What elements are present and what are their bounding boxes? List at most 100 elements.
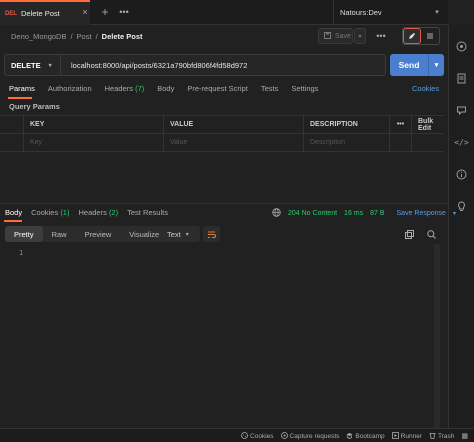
save-label: Save	[335, 32, 351, 40]
trash-icon	[429, 432, 436, 441]
tab-headers[interactable]: Headers (7)	[105, 84, 145, 93]
wrap-icon	[208, 231, 216, 238]
footer-trash-label: Trash	[438, 432, 455, 440]
response-divider[interactable]	[0, 203, 448, 204]
footer-trash[interactable]: Trash	[429, 432, 454, 441]
new-tab-icon[interactable]: +	[98, 5, 112, 19]
edit-mode-button[interactable]	[403, 28, 422, 44]
save-response-button[interactable]: Save Response	[397, 210, 446, 217]
response-tab-headers-label: Headers	[78, 208, 107, 217]
wrap-lines-button[interactable]	[203, 226, 220, 242]
tab-tests[interactable]: Tests	[261, 84, 279, 93]
chevron-down-icon: ▾	[48, 62, 52, 69]
right-sidebar: </>	[448, 25, 474, 442]
footer-capture-label: Capture requests	[289, 432, 340, 440]
method-select[interactable]: DELETE ▾	[5, 55, 61, 75]
save-button[interactable]: Save	[318, 28, 353, 44]
response-headers-count: (2)	[108, 208, 119, 217]
response-cookies-count: (1)	[60, 208, 70, 217]
breadcrumb-separator: /	[70, 31, 73, 41]
active-tab-indicator	[8, 97, 32, 99]
save-response-chevron-icon[interactable]: ▾	[453, 210, 456, 217]
bulk-edit-button[interactable]: Bulk Edit	[412, 116, 444, 133]
layout-toggle-icon[interactable]: ▦	[461, 432, 468, 440]
breadcrumb-separator: /	[95, 31, 98, 41]
status-code[interactable]: 204 No Content	[288, 210, 337, 217]
response-active-tab-indicator	[4, 220, 22, 222]
save-dropdown-button[interactable]: ▾	[354, 28, 366, 44]
tab-params[interactable]: Params	[9, 84, 35, 93]
environment-selector[interactable]: Natours:Dev	[340, 8, 382, 17]
tab-pre-request-script[interactable]: Pre-request Script	[187, 84, 247, 93]
tab-headers-count: (7)	[135, 84, 145, 93]
breadcrumb-folder[interactable]: Post	[77, 32, 92, 41]
document-icon	[427, 33, 434, 39]
status-bar: Cookies Capture requests Bootcamp Runner…	[0, 428, 474, 442]
response-time[interactable]: 16 ms	[344, 210, 363, 217]
response-tab-cookies[interactable]: Cookies (1)	[31, 208, 69, 217]
column-options-icon[interactable]: •••	[390, 116, 412, 133]
tab-bar: DEL Delete Post × + ••• Natours:Dev ▾	[0, 0, 448, 25]
info-icon[interactable]	[455, 167, 469, 181]
footer-bootcamp[interactable]: Bootcamp	[346, 432, 385, 441]
request-options-icon[interactable]: •••	[374, 30, 388, 42]
environment-quick-look-icon[interactable]	[455, 39, 469, 53]
description-input[interactable]: Description	[304, 134, 390, 151]
footer-runner[interactable]: Runner	[391, 431, 422, 441]
format-label: Text	[167, 229, 181, 239]
environment-chevron-icon[interactable]: ▾	[432, 7, 442, 17]
response-tab-test-results[interactable]: Test Results	[127, 208, 168, 217]
key-input[interactable]: Key	[24, 134, 164, 151]
status-bar-items: Cookies Capture requests Bootcamp Runner…	[241, 429, 468, 442]
view-mode-toggle	[402, 27, 440, 45]
doc-mode-button[interactable]	[421, 28, 439, 44]
capture-icon	[280, 431, 288, 441]
view-visualize-button[interactable]: Visualize	[120, 226, 168, 242]
key-column-header: KEY	[24, 116, 164, 133]
tab-method-badge: DEL	[5, 10, 17, 17]
response-size[interactable]: 87 B	[370, 210, 384, 217]
tab-title: Delete Post	[21, 9, 60, 18]
breadcrumb-request[interactable]: Delete Post	[102, 32, 143, 41]
footer-runner-label: Runner	[400, 432, 422, 440]
cookies-link[interactable]: Cookies	[412, 84, 439, 93]
line-number: 1	[19, 249, 24, 257]
tab-options-icon[interactable]: •••	[117, 5, 131, 19]
save-icon	[324, 31, 331, 41]
tab-body[interactable]: Body	[157, 84, 174, 93]
copy-icon[interactable]	[403, 228, 415, 240]
code-snippet-icon[interactable]: </>	[454, 135, 468, 149]
documentation-icon[interactable]	[455, 71, 469, 85]
response-tabs: Body Cookies (1) Headers (2) Test Result…	[5, 208, 168, 217]
response-view-modes: Pretty Raw Preview Visualize	[5, 226, 169, 242]
format-select[interactable]: Text ▾	[162, 226, 200, 242]
footer-cookies[interactable]: Cookies	[241, 431, 274, 441]
tab-authorization[interactable]: Authorization	[48, 84, 92, 93]
response-tab-body[interactable]: Body	[5, 208, 22, 217]
footer-capture[interactable]: Capture requests	[280, 431, 340, 441]
view-preview-button[interactable]: Preview	[76, 226, 121, 242]
close-tab-icon[interactable]: ×	[80, 7, 90, 17]
send-button[interactable]: Send ▾	[390, 54, 444, 76]
value-input[interactable]: Value	[164, 134, 304, 151]
row-checkbox[interactable]	[0, 134, 24, 151]
method-label: DELETE	[11, 60, 41, 70]
pencil-icon	[409, 33, 416, 39]
lightbulb-icon[interactable]	[455, 199, 469, 213]
breadcrumb-collection[interactable]: Deno_MongoDB	[11, 32, 66, 41]
response-scrollbar[interactable]	[434, 244, 440, 429]
globe-icon[interactable]	[272, 208, 281, 219]
response-tab-cookies-label: Cookies	[31, 208, 59, 217]
view-pretty-button[interactable]: Pretty	[5, 226, 43, 242]
request-tabs: Params Authorization Headers (7) Body Pr…	[9, 84, 318, 93]
tab-settings[interactable]: Settings	[291, 84, 318, 93]
view-raw-button[interactable]: Raw	[43, 226, 76, 242]
tab-headers-label: Headers	[104, 84, 133, 93]
url-input[interactable]: localhost:8000/api/posts/6321a790bfd806f…	[61, 61, 247, 70]
response-tab-headers[interactable]: Headers (2)	[78, 208, 118, 217]
checkbox-column-header	[0, 116, 24, 133]
request-tab-delete-post[interactable]: DEL Delete Post	[0, 0, 90, 25]
search-icon[interactable]	[425, 228, 437, 240]
comments-icon[interactable]	[455, 103, 469, 117]
send-dropdown-icon[interactable]: ▾	[428, 54, 444, 76]
